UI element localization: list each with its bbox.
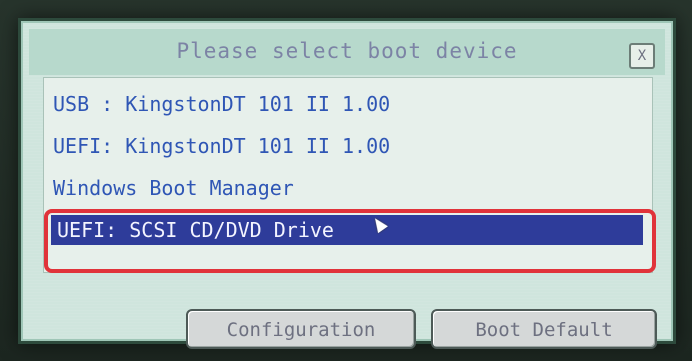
- close-icon: X: [637, 48, 647, 64]
- boot-item-usb-kingston[interactable]: USB : KingstonDT 101 II 1.00: [53, 89, 390, 119]
- screen-background: Please select boot device X USB : Kingst…: [0, 0, 692, 361]
- boot-device-dialog: Please select boot device X USB : Kingst…: [18, 18, 676, 349]
- boot-item-uefi-kingston[interactable]: UEFI: KingstonDT 101 II 1.00: [53, 131, 390, 161]
- boot-item-windows-boot-manager[interactable]: Windows Boot Manager: [53, 173, 294, 203]
- boot-default-button[interactable]: Boot Default: [431, 309, 657, 349]
- selection-highlight-outline: [44, 209, 656, 273]
- configuration-button[interactable]: Configuration: [186, 309, 416, 349]
- dialog-titlebar: Please select boot device X: [29, 29, 665, 75]
- close-button[interactable]: X: [629, 43, 655, 69]
- dialog-title: Please select boot device: [176, 39, 518, 63]
